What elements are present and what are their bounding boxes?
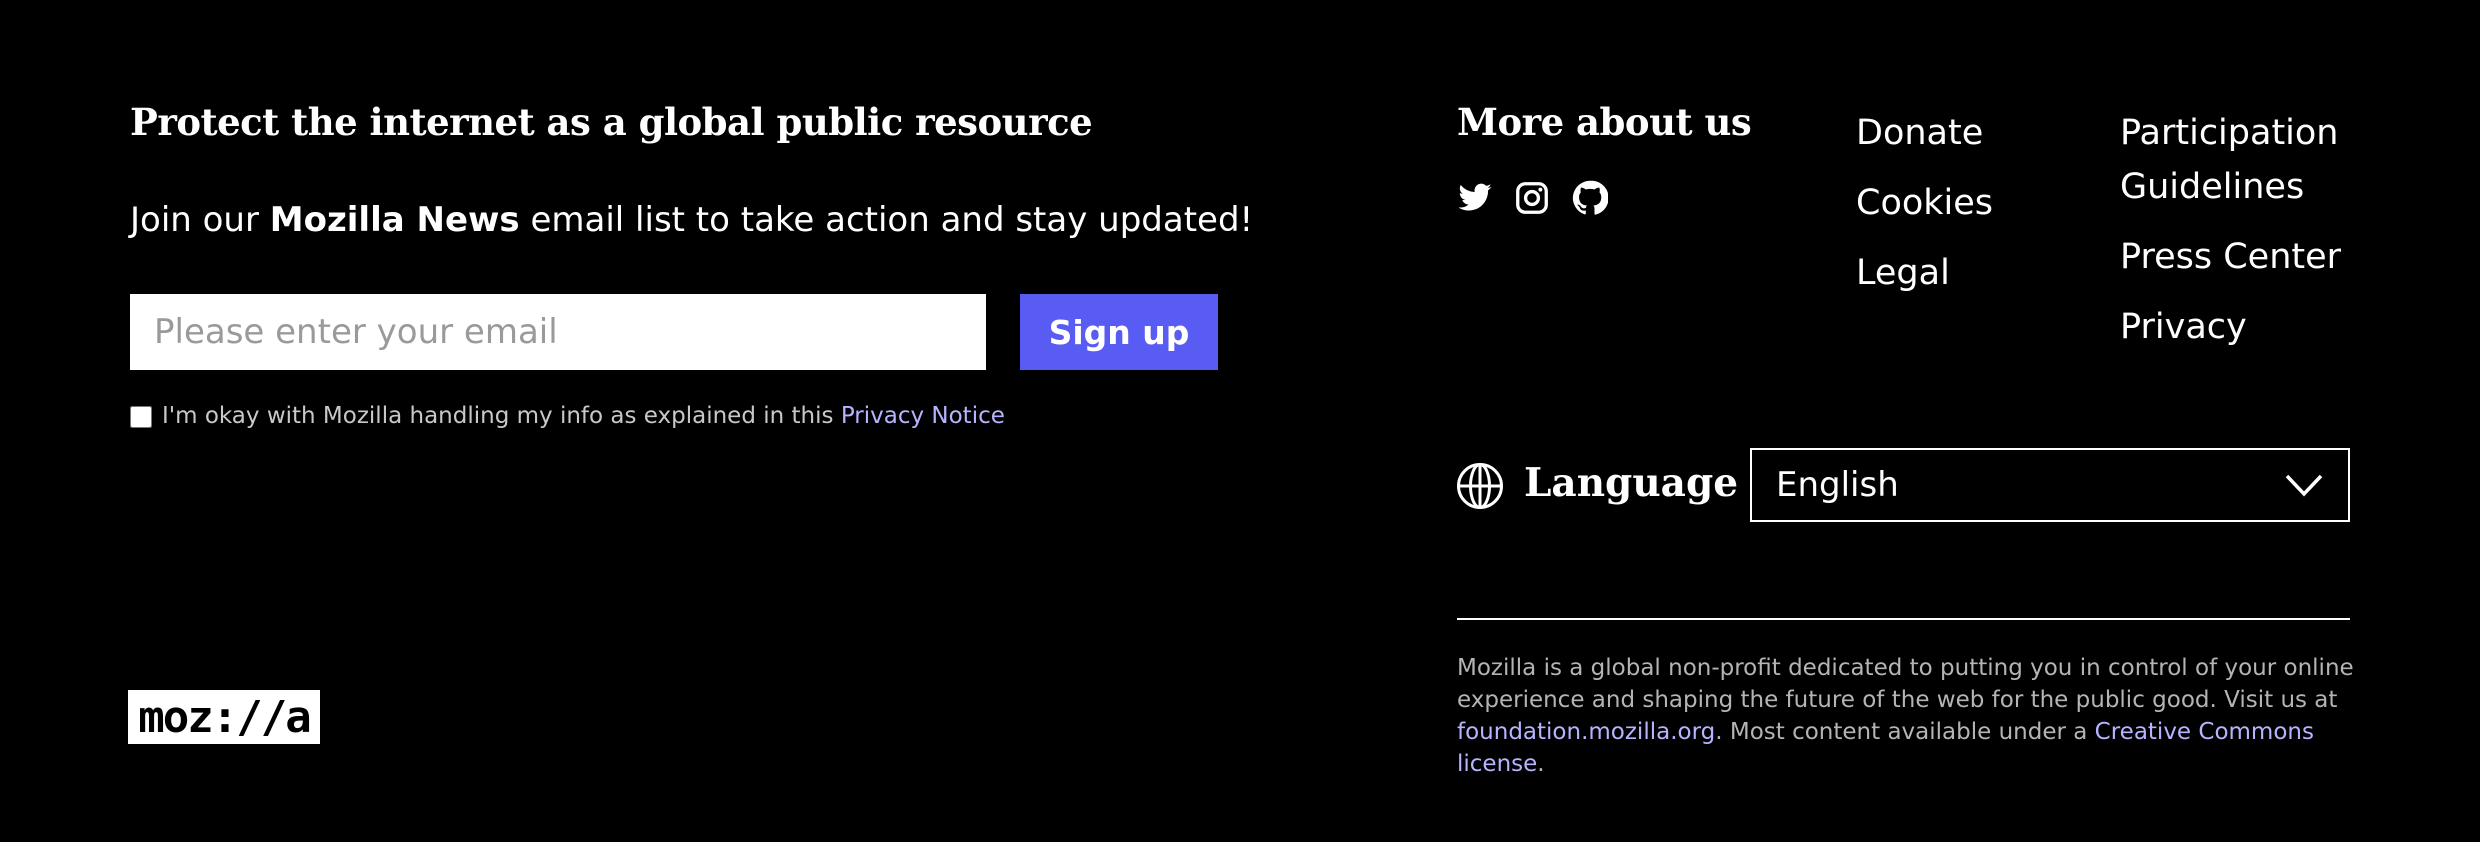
consent-label: I'm okay with Mozilla handling my info a…	[162, 403, 1005, 429]
language-label: Language	[1524, 460, 1739, 506]
participation-line-2: Guidelines	[2120, 167, 2305, 207]
about-mozilla-text: Mozilla is a global non-profit dedicated…	[1457, 652, 2377, 780]
footer-link-participation-guidelines[interactable]: Participation Guidelines	[2120, 106, 2339, 214]
participation-line-1: Participation	[2120, 113, 2339, 153]
language-selected-value: English	[1776, 465, 1899, 505]
twitter-icon[interactable]	[1457, 180, 1493, 216]
globe-icon	[1457, 463, 1503, 509]
more-about-heading: More about us	[1457, 100, 1752, 144]
privacy-notice-link[interactable]: Privacy Notice	[841, 403, 1005, 429]
newsletter-intro: Join our Mozilla News email list to take…	[130, 200, 1253, 240]
intro-brand: Mozilla News	[269, 200, 520, 240]
consent-text: I'm okay with Mozilla handling my info a…	[162, 403, 841, 429]
consent-checkbox[interactable]	[130, 406, 152, 428]
chevron-down-icon	[2285, 474, 2323, 497]
language-select[interactable]: English	[1750, 448, 2350, 522]
about-text-start: Mozilla is a global non-profit dedicated…	[1457, 655, 2354, 713]
github-icon[interactable]	[1572, 180, 1609, 216]
email-input[interactable]	[130, 294, 986, 370]
mozilla-logo[interactable]: moz://a	[128, 690, 320, 744]
intro-text-end: email list to take action and stay updat…	[519, 200, 1254, 240]
intro-text-start: Join our	[130, 200, 270, 240]
foundation-link[interactable]: foundation.mozilla.org	[1457, 719, 1715, 745]
signup-button[interactable]: Sign up	[1020, 294, 1218, 370]
footer-link-privacy[interactable]: Privacy	[2120, 300, 2247, 354]
footer-link-press-center[interactable]: Press Center	[2120, 230, 2341, 284]
footer-link-cookies[interactable]: Cookies	[1856, 176, 1993, 230]
footer-divider	[1457, 618, 2350, 620]
footer-link-donate[interactable]: Donate	[1856, 106, 1983, 160]
newsletter-headline: Protect the internet as a global public …	[130, 100, 1093, 144]
about-text-end: .	[1537, 751, 1545, 777]
instagram-icon[interactable]	[1514, 180, 1550, 216]
about-text-middle: . Most content available under a	[1715, 719, 2095, 745]
footer-link-legal[interactable]: Legal	[1856, 246, 1950, 300]
